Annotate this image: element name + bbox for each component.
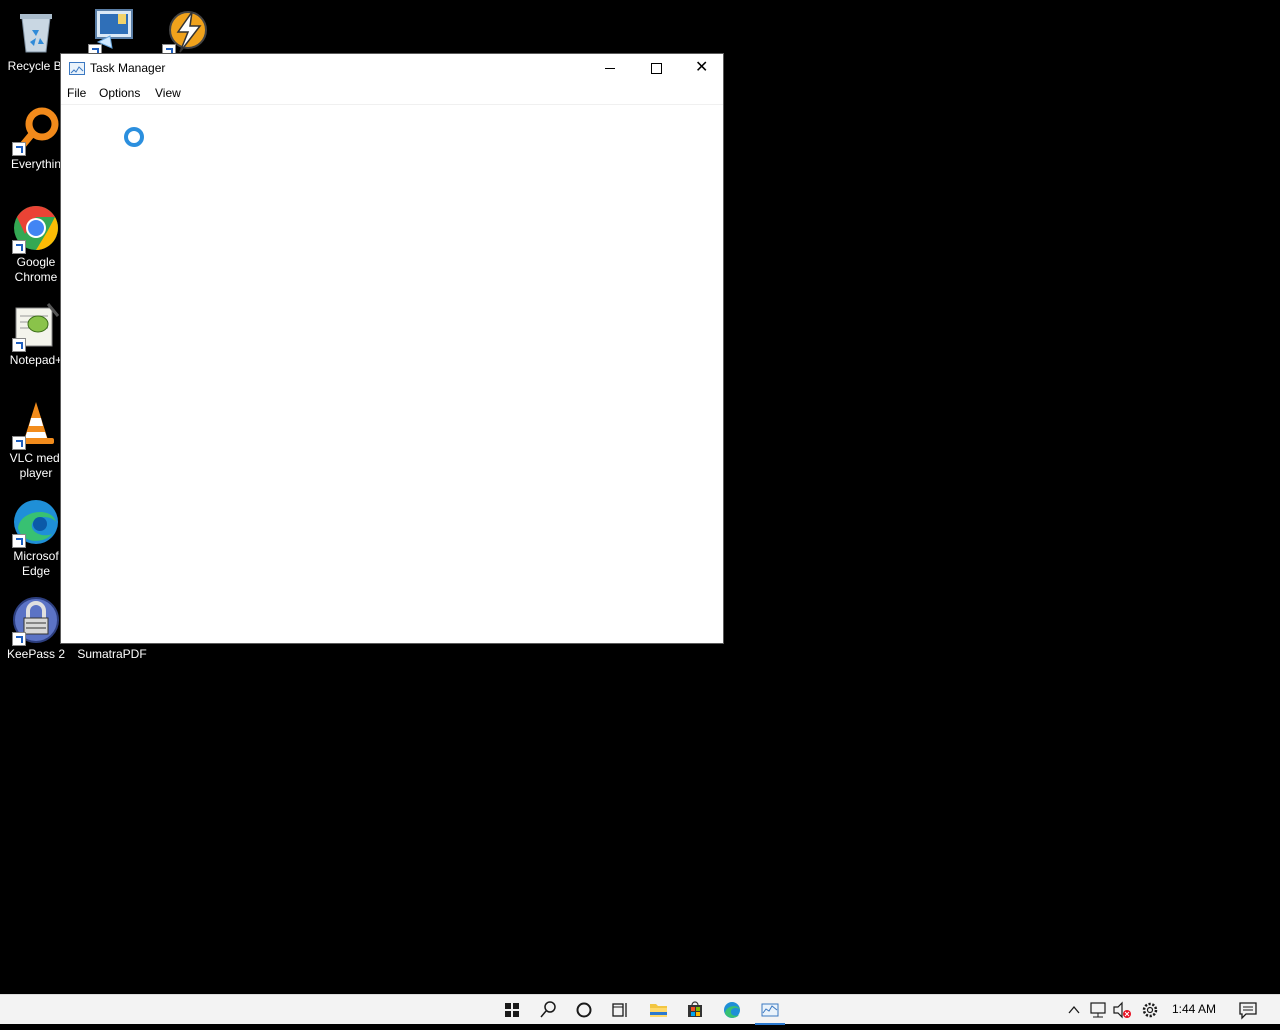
title-bar[interactable]: Task Manager ✕ <box>61 54 723 82</box>
shortcut-arrow-icon <box>12 632 26 646</box>
taskbar: 1:44 AM <box>0 994 1280 1025</box>
shortcut-arrow-icon <box>12 142 26 156</box>
shortcut-arrow-icon <box>12 240 26 254</box>
shortcut-arrow-icon <box>12 534 26 548</box>
settings-button[interactable] <box>1138 995 1162 1025</box>
store-button[interactable] <box>677 995 713 1025</box>
shortcut-arrow-icon <box>12 338 26 352</box>
maximize-button[interactable] <box>633 54 679 82</box>
close-icon: ✕ <box>695 59 709 76</box>
cortana-icon <box>576 1002 592 1018</box>
maximize-icon <box>651 63 662 74</box>
store-icon <box>688 1001 702 1017</box>
window-title: Task Manager <box>90 61 166 75</box>
search-icon <box>540 1001 556 1018</box>
minimize-icon <box>605 68 615 69</box>
edge-taskbar-button[interactable] <box>714 995 750 1025</box>
shortcut-arrow-icon <box>12 436 26 450</box>
file-explorer-icon <box>650 1004 667 1017</box>
action-center-icon <box>1239 1002 1257 1020</box>
search-button[interactable] <box>530 995 566 1025</box>
task-manager-window: Task Manager ✕ File Options View <box>60 53 724 644</box>
menu-file[interactable]: File <box>67 86 86 100</box>
chevron-up-icon <box>1068 1005 1080 1014</box>
desktop-icon-winamp[interactable] <box>150 8 222 58</box>
start-button[interactable] <box>494 995 530 1025</box>
volume-muted-icon <box>1113 1001 1131 1019</box>
minimize-button[interactable] <box>587 54 633 82</box>
loading-spinner-icon <box>124 127 144 147</box>
desktop-icon-label: KeePass 2 <box>6 647 66 661</box>
task-manager-icon <box>761 1003 779 1017</box>
network-button[interactable] <box>1086 995 1110 1025</box>
menu-options[interactable]: Options <box>99 86 140 100</box>
task-manager-taskbar-button[interactable] <box>752 995 788 1025</box>
network-icon <box>1090 1002 1106 1018</box>
edge-icon <box>724 1002 740 1018</box>
start-icon <box>505 1003 519 1017</box>
action-center-button[interactable] <box>1236 995 1260 1025</box>
menu-bar: File Options View <box>61 82 723 105</box>
desktop-icon-remote-desktop[interactable] <box>76 8 148 58</box>
taskbar-clock[interactable]: 1:44 AM <box>1172 1002 1216 1016</box>
task-view-icon <box>612 1003 627 1017</box>
cortana-button[interactable] <box>566 995 602 1025</box>
desktop-icon-label: SumatraPDF <box>77 647 147 661</box>
recycle-bin-icon <box>20 14 52 53</box>
volume-button[interactable] <box>1110 995 1134 1025</box>
menu-view[interactable]: View <box>155 86 181 100</box>
show-hidden-icons-button[interactable] <box>1064 995 1084 1025</box>
settings-gear-icon <box>1142 1002 1158 1018</box>
file-explorer-button[interactable] <box>640 995 676 1025</box>
task-manager-icon <box>69 62 85 75</box>
task-view-button[interactable] <box>602 995 638 1025</box>
close-button[interactable]: ✕ <box>679 54 725 82</box>
